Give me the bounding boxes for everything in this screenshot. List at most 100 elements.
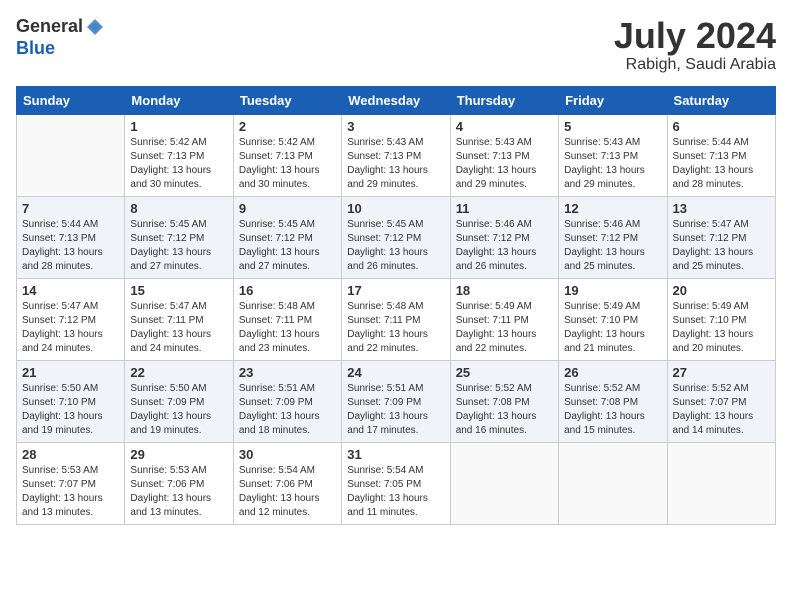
day-number: 7 <box>22 201 119 216</box>
weekday-header: Sunday <box>17 86 125 114</box>
day-info: Sunrise: 5:47 AM Sunset: 7:12 PM Dayligh… <box>22 300 119 356</box>
month-year: July 2024 <box>614 16 776 56</box>
calendar-day: 15 Sunrise: 5:47 AM Sunset: 7:11 PM Dayli… <box>125 278 233 360</box>
day-info: Sunrise: 5:44 AM Sunset: 7:13 PM Dayligh… <box>673 136 770 192</box>
day-info: Sunrise: 5:47 AM Sunset: 7:11 PM Dayligh… <box>130 300 227 356</box>
day-number: 9 <box>239 201 336 216</box>
calendar-day: 17 Sunrise: 5:48 AM Sunset: 7:11 PM Dayli… <box>342 278 450 360</box>
day-number: 13 <box>673 201 770 216</box>
calendar-day: 13 Sunrise: 5:47 AM Sunset: 7:12 PM Dayli… <box>667 196 775 278</box>
day-info: Sunrise: 5:45 AM Sunset: 7:12 PM Dayligh… <box>347 218 444 274</box>
day-number: 26 <box>564 365 661 380</box>
day-number: 8 <box>130 201 227 216</box>
day-number: 5 <box>564 119 661 134</box>
day-info: Sunrise: 5:54 AM Sunset: 7:06 PM Dayligh… <box>239 464 336 520</box>
day-info: Sunrise: 5:53 AM Sunset: 7:07 PM Dayligh… <box>22 464 119 520</box>
calendar-day <box>559 442 667 524</box>
calendar-day: 16Sunrise: 5:48 AM Sunset: 7:11 PM Dayli… <box>233 278 341 360</box>
calendar-day: 4Sunrise: 5:43 AM Sunset: 7:13 PM Daylig… <box>450 114 558 196</box>
header-row: SundayMondayTuesdayWednesdayThursdayFrid… <box>17 86 776 114</box>
calendar-day: 18Sunrise: 5:49 AM Sunset: 7:11 PM Dayli… <box>450 278 558 360</box>
calendar-day: 26 Sunrise: 5:52 AM Sunset: 7:08 PM Dayli… <box>559 360 667 442</box>
day-info: Sunrise: 5:52 AM Sunset: 7:07 PM Dayligh… <box>673 382 770 438</box>
day-number: 30 <box>239 447 336 462</box>
calendar-day: 1 Sunrise: 5:42 AM Sunset: 7:13 PM Daylig… <box>125 114 233 196</box>
calendar-day: 29 Sunrise: 5:53 AM Sunset: 7:06 PM Dayli… <box>125 442 233 524</box>
logo: General Blue <box>16 16 105 59</box>
day-number: 10 <box>347 201 444 216</box>
calendar-day: 23Sunrise: 5:51 AM Sunset: 7:09 PM Dayli… <box>233 360 341 442</box>
calendar-week: 7 Sunrise: 5:44 AM Sunset: 7:13 PM Daylig… <box>17 196 776 278</box>
day-number: 3 <box>347 119 444 134</box>
calendar-day <box>667 442 775 524</box>
page-container: General Blue July 2024 Rabigh, Saudi Ara… <box>0 0 792 533</box>
day-number: 14 <box>22 283 119 298</box>
calendar-day: 7 Sunrise: 5:44 AM Sunset: 7:13 PM Daylig… <box>17 196 125 278</box>
day-info: Sunrise: 5:45 AM Sunset: 7:12 PM Dayligh… <box>130 218 227 274</box>
day-info: Sunrise: 5:49 AM Sunset: 7:10 PM Dayligh… <box>673 300 770 356</box>
day-info: Sunrise: 5:42 AM Sunset: 7:13 PM Dayligh… <box>130 136 227 192</box>
day-info: Sunrise: 5:52 AM Sunset: 7:08 PM Dayligh… <box>456 382 553 438</box>
weekday-header: Wednesday <box>342 86 450 114</box>
day-number: 6 <box>673 119 770 134</box>
day-info: Sunrise: 5:54 AM Sunset: 7:05 PM Dayligh… <box>347 464 444 520</box>
weekday-header: Monday <box>125 86 233 114</box>
day-number: 29 <box>130 447 227 462</box>
day-info: Sunrise: 5:43 AM Sunset: 7:13 PM Dayligh… <box>564 136 661 192</box>
weekday-header: Friday <box>559 86 667 114</box>
calendar-day: 30 Sunrise: 5:54 AM Sunset: 7:06 PM Dayli… <box>233 442 341 524</box>
day-number: 1 <box>130 119 227 134</box>
day-info: Sunrise: 5:46 AM Sunset: 7:12 PM Dayligh… <box>564 218 661 274</box>
day-info: Sunrise: 5:53 AM Sunset: 7:06 PM Dayligh… <box>130 464 227 520</box>
calendar-day: 31 Sunrise: 5:54 AM Sunset: 7:05 PM Dayli… <box>342 442 450 524</box>
calendar-week: 14 Sunrise: 5:47 AM Sunset: 7:12 PM Dayli… <box>17 278 776 360</box>
calendar-day: 9 Sunrise: 5:45 AM Sunset: 7:12 PM Daylig… <box>233 196 341 278</box>
day-number: 23 <box>239 365 336 380</box>
day-info: Sunrise: 5:50 AM Sunset: 7:10 PM Dayligh… <box>22 382 119 438</box>
calendar-day: 14 Sunrise: 5:47 AM Sunset: 7:12 PM Dayli… <box>17 278 125 360</box>
day-number: 25 <box>456 365 553 380</box>
calendar-day: 24 Sunrise: 5:51 AM Sunset: 7:09 PM Dayli… <box>342 360 450 442</box>
day-info: Sunrise: 5:49 AM Sunset: 7:10 PM Dayligh… <box>564 300 661 356</box>
day-number: 15 <box>130 283 227 298</box>
day-number: 18 <box>456 283 553 298</box>
calendar-day: 25 Sunrise: 5:52 AM Sunset: 7:08 PM Dayli… <box>450 360 558 442</box>
weekday-header: Tuesday <box>233 86 341 114</box>
calendar-week: 21Sunrise: 5:50 AM Sunset: 7:10 PM Dayli… <box>17 360 776 442</box>
day-info: Sunrise: 5:46 AM Sunset: 7:12 PM Dayligh… <box>456 218 553 274</box>
weekday-header: Thursday <box>450 86 558 114</box>
day-info: Sunrise: 5:44 AM Sunset: 7:13 PM Dayligh… <box>22 218 119 274</box>
day-number: 17 <box>347 283 444 298</box>
day-number: 27 <box>673 365 770 380</box>
title-block: July 2024 Rabigh, Saudi Arabia <box>614 16 776 74</box>
calendar-day: 8 Sunrise: 5:45 AM Sunset: 7:12 PM Daylig… <box>125 196 233 278</box>
day-info: Sunrise: 5:47 AM Sunset: 7:12 PM Dayligh… <box>673 218 770 274</box>
logo-icon <box>85 17 105 37</box>
calendar-day: 21Sunrise: 5:50 AM Sunset: 7:10 PM Dayli… <box>17 360 125 442</box>
calendar-day: 2Sunrise: 5:42 AM Sunset: 7:13 PM Daylig… <box>233 114 341 196</box>
day-info: Sunrise: 5:52 AM Sunset: 7:08 PM Dayligh… <box>564 382 661 438</box>
calendar-table: SundayMondayTuesdayWednesdayThursdayFrid… <box>16 86 776 525</box>
calendar-day: 20 Sunrise: 5:49 AM Sunset: 7:10 PM Dayli… <box>667 278 775 360</box>
day-info: Sunrise: 5:45 AM Sunset: 7:12 PM Dayligh… <box>239 218 336 274</box>
day-number: 24 <box>347 365 444 380</box>
day-number: 16 <box>239 283 336 298</box>
day-info: Sunrise: 5:48 AM Sunset: 7:11 PM Dayligh… <box>347 300 444 356</box>
calendar-day <box>450 442 558 524</box>
header: General Blue July 2024 Rabigh, Saudi Ara… <box>16 16 776 74</box>
day-number: 31 <box>347 447 444 462</box>
calendar-week: 28Sunrise: 5:53 AM Sunset: 7:07 PM Dayli… <box>17 442 776 524</box>
calendar-day: 28Sunrise: 5:53 AM Sunset: 7:07 PM Dayli… <box>17 442 125 524</box>
day-number: 2 <box>239 119 336 134</box>
calendar-day: 27 Sunrise: 5:52 AM Sunset: 7:07 PM Dayli… <box>667 360 775 442</box>
day-number: 20 <box>673 283 770 298</box>
location: Rabigh, Saudi Arabia <box>614 56 776 74</box>
calendar-week: 1 Sunrise: 5:42 AM Sunset: 7:13 PM Daylig… <box>17 114 776 196</box>
day-info: Sunrise: 5:51 AM Sunset: 7:09 PM Dayligh… <box>347 382 444 438</box>
calendar-day: 3 Sunrise: 5:43 AM Sunset: 7:13 PM Daylig… <box>342 114 450 196</box>
calendar-day: 12Sunrise: 5:46 AM Sunset: 7:12 PM Dayli… <box>559 196 667 278</box>
day-info: Sunrise: 5:43 AM Sunset: 7:13 PM Dayligh… <box>347 136 444 192</box>
day-number: 11 <box>456 201 553 216</box>
calendar-day: 11 Sunrise: 5:46 AM Sunset: 7:12 PM Dayli… <box>450 196 558 278</box>
day-info: Sunrise: 5:50 AM Sunset: 7:09 PM Dayligh… <box>130 382 227 438</box>
